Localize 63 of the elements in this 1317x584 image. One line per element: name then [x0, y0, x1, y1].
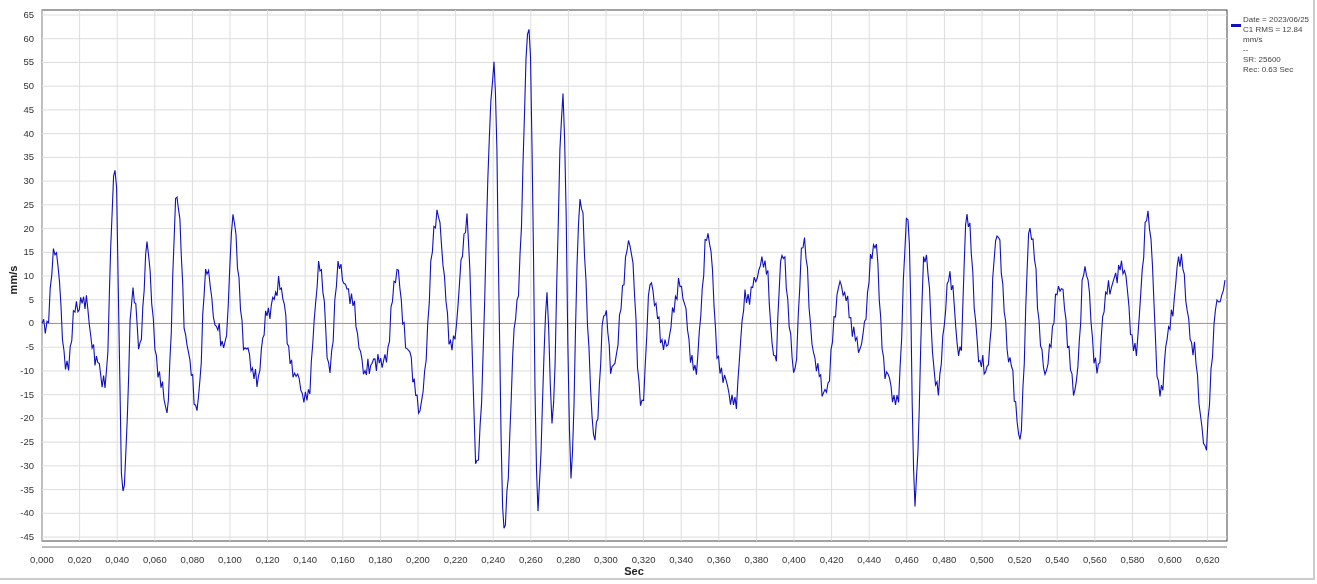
- axis-tick-label: -35: [20, 483, 34, 495]
- legend-text: C1 RMS = 12.84 mm/s: [1243, 25, 1304, 45]
- axis-tick-label: 10: [23, 270, 34, 282]
- axis-tick-label: 0,340: [669, 554, 694, 565]
- axis-tick-label: 0,620: [1195, 554, 1220, 565]
- axis-tick-label: 0,140: [293, 554, 318, 565]
- axis-tick-label: 0,520: [1007, 554, 1032, 565]
- legend-text: Rec: 0.63 Sec: [1243, 65, 1295, 75]
- axis-tick-label: 0,160: [330, 554, 355, 565]
- axis-tick-label: 0,180: [368, 554, 393, 565]
- axis-tick-label: 0,000: [30, 554, 54, 565]
- axis-tick-label: 0,360: [706, 554, 731, 565]
- axis-tick-label: 15: [23, 246, 34, 258]
- axis-tick-label: -40: [20, 507, 34, 519]
- axis-tick-label: 0,120: [255, 554, 280, 565]
- axis-tick-label: 0,480: [932, 554, 957, 565]
- axis-tick-label: 45: [23, 103, 34, 115]
- axis-tick-label: 5: [28, 293, 34, 305]
- axis-tick-label: 0,280: [556, 554, 581, 565]
- legend-text: Date = 2023/06/25: [1243, 15, 1311, 25]
- legend-text: --: [1243, 45, 1250, 55]
- axis-tick-label: 0,440: [857, 554, 882, 565]
- axis-tick-label: 0,100: [218, 554, 242, 565]
- axis-tick-label: 0,040: [105, 554, 130, 565]
- axis-tick-label: 60: [23, 32, 34, 44]
- axis-tick-label: 0,600: [1158, 554, 1182, 565]
- axis-tick-label: 50: [23, 80, 34, 92]
- axis-tick-label: -10: [20, 364, 34, 376]
- axis-tick-label: 35: [23, 151, 34, 163]
- axis-tick-label: -45: [20, 531, 34, 543]
- axis-title: mm/s: [7, 265, 19, 295]
- axis-tick-label: 0,020: [67, 554, 92, 565]
- axis-tick-label: 0,260: [518, 554, 543, 565]
- legend-line-icon: [1231, 24, 1241, 27]
- axis-tick-label: 0,220: [443, 554, 468, 565]
- legend-text: SR: 25600: [1243, 55, 1282, 65]
- axis-title: Sec: [624, 565, 644, 577]
- axis-tick-label: -5: [25, 341, 34, 353]
- axis-tick-label: 20: [23, 222, 34, 234]
- axis-tick-label: 0,560: [1082, 554, 1107, 565]
- axis-tick-label: 0,580: [1120, 554, 1145, 565]
- axis-tick-label: 0,300: [594, 554, 618, 565]
- axis-tick-label: 0,200: [406, 554, 430, 565]
- axis-tick-label: 0: [28, 317, 34, 329]
- axis-tick-label: 25: [23, 198, 34, 210]
- axis-tick-label: 40: [23, 127, 34, 139]
- axis-tick-label: -25: [20, 436, 34, 448]
- axis-tick-label: 0,380: [744, 554, 769, 565]
- axis-tick-label: -20: [20, 412, 34, 424]
- axis-tick-label: -30: [20, 459, 34, 471]
- axis-tick-label: 0,320: [631, 554, 656, 565]
- axis-tick-label: 55: [23, 56, 34, 68]
- axis-tick-label: 0,500: [970, 554, 994, 565]
- axis-tick-label: 0,060: [142, 554, 167, 565]
- axis-tick-label: 0,400: [782, 554, 806, 565]
- axis-tick-label: 0,080: [180, 554, 205, 565]
- axis-tick-label: 0,460: [894, 554, 919, 565]
- axis-tick-label: 65: [23, 9, 34, 20]
- axis-tick-label: 30: [23, 175, 34, 187]
- axis-tick-label: 0,240: [481, 554, 506, 565]
- axis-tick-label: 0,540: [1045, 554, 1070, 565]
- axis-tick-label: -15: [20, 388, 34, 400]
- axis-tick-label: 0,420: [819, 554, 844, 565]
